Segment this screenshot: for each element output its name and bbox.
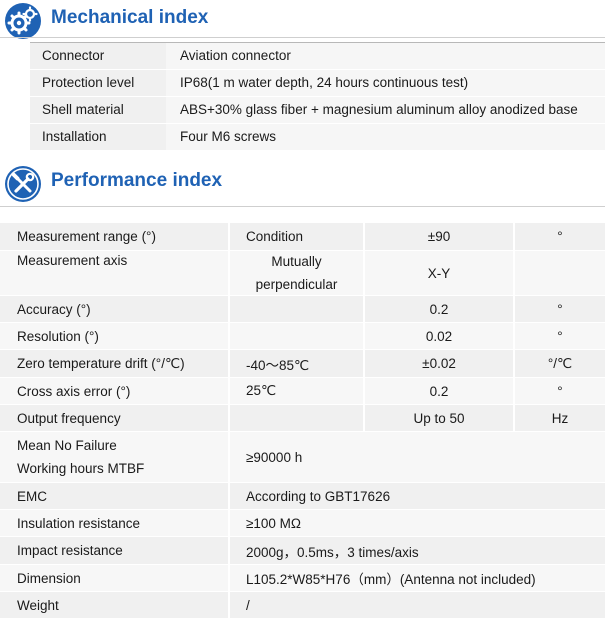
table-row: Dimension L105.2*W85*H76（mm）(Antenna not… xyxy=(0,565,605,592)
row-value: ABS+30% glass fiber + magnesium aluminum… xyxy=(166,97,605,123)
mechanical-table: Connector Aviation connector Protection … xyxy=(30,42,605,151)
row-unit: ° xyxy=(513,323,605,349)
table-row: Shell material ABS+30% glass fiber + mag… xyxy=(30,97,605,124)
row-condition: 25℃ xyxy=(228,378,363,404)
tools-icon xyxy=(5,166,41,202)
condition-line: Mutually xyxy=(271,254,322,269)
row-label: EMC xyxy=(17,488,47,504)
row-condition xyxy=(228,323,363,349)
performance-section-title: Performance index xyxy=(51,170,223,191)
table-row: Resolution (°) 0.02 ° xyxy=(0,323,605,350)
row-value: Four M6 screws xyxy=(166,124,605,150)
row-label: Output frequency xyxy=(17,410,121,426)
row-label: Installation xyxy=(30,124,164,150)
table-row: Connector Aviation connector xyxy=(30,43,605,70)
table-row: Zero temperature drift (°/℃) -40～85℃ ±0.… xyxy=(0,350,605,378)
row-condition xyxy=(228,405,363,431)
row-unit xyxy=(513,251,605,295)
row-label: Dimension xyxy=(17,570,81,586)
row-label: Accuracy (°) xyxy=(17,301,91,317)
row-unit: ° xyxy=(513,223,605,250)
row-label: Measurement range (°) xyxy=(17,229,156,244)
row-value: 0.2 xyxy=(363,378,513,404)
row-value: ±0.02 xyxy=(363,350,513,377)
row-value: ≥90000 h xyxy=(228,432,605,482)
row-value: ±90 xyxy=(363,223,513,250)
row-label: Connector xyxy=(30,43,164,69)
row-value: ≥100 MΩ xyxy=(228,510,605,536)
performance-section-header: Performance index xyxy=(0,166,605,206)
table-row: Measurement range (°) Condition ±90 ° xyxy=(0,223,605,251)
row-value: 0.2 xyxy=(363,296,513,322)
mechanical-section-title: Mechanical index xyxy=(51,7,209,28)
row-value: / xyxy=(228,592,605,618)
table-row: Measurement axis Mutually perpendicular … xyxy=(0,251,605,296)
row-value: Aviation connector xyxy=(166,43,605,69)
table-row: Protection level IP68(1 m water depth, 2… xyxy=(30,70,605,97)
row-condition: Condition xyxy=(228,223,363,250)
row-value: 0.02 xyxy=(363,323,513,349)
row-condition: Mutually perpendicular xyxy=(228,251,363,295)
row-label: Shell material xyxy=(30,97,164,123)
row-label: Zero temperature drift (°/℃) xyxy=(17,355,185,371)
row-unit: °/℃ xyxy=(513,350,605,377)
row-label: Impact resistance xyxy=(17,543,123,558)
row-condition xyxy=(228,296,363,322)
label-line: Mean No Failure xyxy=(17,438,117,453)
performance-table: Measurement range (°) Condition ±90 ° Me… xyxy=(0,223,605,619)
table-row: Mean No Failure Working hours MTBF ≥9000… xyxy=(0,432,605,483)
table-row: Accuracy (°) 0.2 ° xyxy=(0,296,605,323)
row-condition: -40～85℃ xyxy=(228,350,363,377)
row-label: Mean No Failure Working hours MTBF xyxy=(0,432,228,482)
table-row: Cross axis error (°) 25℃ 0.2 ° xyxy=(0,378,605,405)
row-value: Up to 50 xyxy=(363,405,513,431)
table-row: Installation Four M6 screws xyxy=(30,124,605,151)
row-unit: ° xyxy=(513,378,605,404)
performance-divider xyxy=(0,206,605,207)
table-row: Output frequency Up to 50 Hz xyxy=(0,405,605,432)
row-label: Weight xyxy=(17,597,59,613)
table-row: EMC According to GBT17626 xyxy=(0,483,605,510)
row-label: Cross axis error (°) xyxy=(17,383,131,399)
row-label: Measurement axis xyxy=(17,253,128,268)
row-label: Resolution (°) xyxy=(17,328,99,344)
table-row: Impact resistance 2000g，0.5ms，3 times/ax… xyxy=(0,537,605,565)
row-value: L105.2*W85*H76（mm）(Antenna not included) xyxy=(228,565,605,591)
row-value: IP68(1 m water depth, 24 hours continuou… xyxy=(166,70,605,96)
mechanical-divider xyxy=(0,37,605,38)
row-unit: Hz xyxy=(513,405,605,431)
table-row: Insulation resistance ≥100 MΩ xyxy=(0,510,605,537)
row-value: 2000g，0.5ms，3 times/axis xyxy=(228,537,605,564)
row-value: According to GBT17626 xyxy=(228,483,605,509)
table-row: Weight / xyxy=(0,592,605,619)
gears-icon xyxy=(5,3,41,39)
row-label: Protection level xyxy=(30,70,164,96)
row-unit: ° xyxy=(513,296,605,322)
row-label: Insulation resistance xyxy=(17,515,141,531)
label-line: Working hours MTBF xyxy=(17,461,145,476)
row-value: X-Y xyxy=(363,251,513,295)
condition-line: perpendicular xyxy=(255,277,338,292)
